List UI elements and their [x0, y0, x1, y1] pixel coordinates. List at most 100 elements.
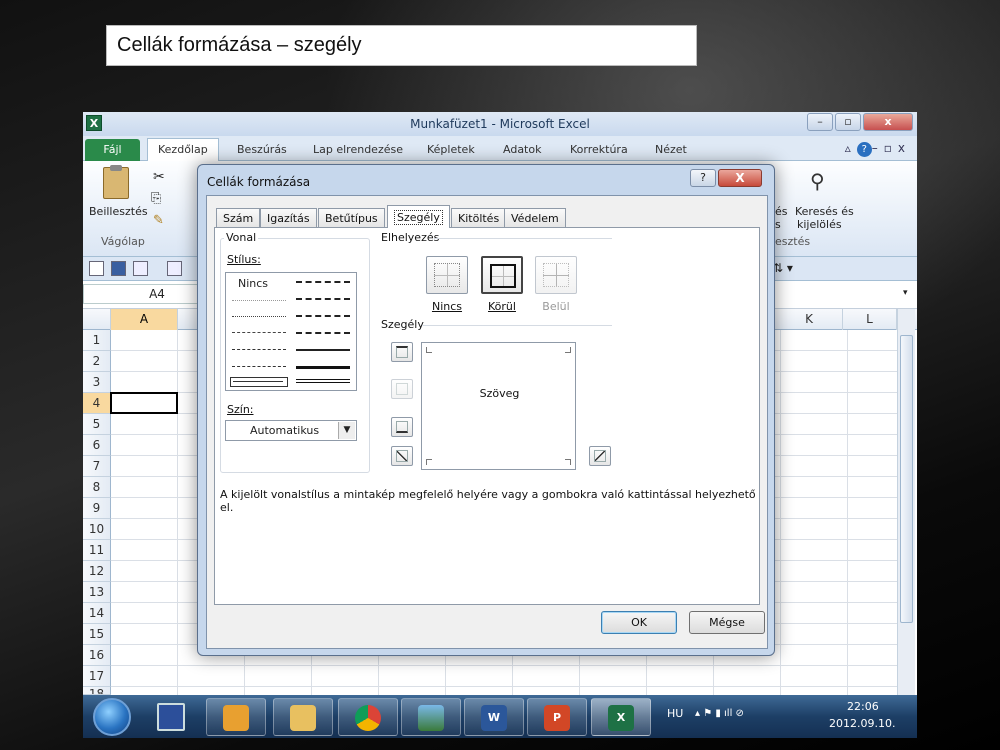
style-medium[interactable] [296, 349, 350, 351]
save-icon[interactable] [111, 261, 126, 276]
tab-kepletek[interactable]: Képletek [427, 143, 475, 156]
tab-szegely[interactable]: Szegély [387, 205, 450, 228]
scrollbar-thumb[interactable] [900, 335, 913, 623]
border-top-button[interactable] [391, 342, 413, 362]
tray-icons[interactable]: ▴ ⚑ ▮ ıll ⊘ [695, 708, 744, 719]
expand-formula-icon[interactable]: ▾ [903, 288, 908, 298]
row-header[interactable]: 9 [83, 498, 111, 519]
sort-icon[interactable]: ⇅ ▾ [773, 261, 793, 275]
help-icon[interactable]: ? [856, 142, 872, 157]
row-header[interactable]: 14 [83, 603, 111, 624]
row-header[interactable]: 17 [83, 666, 111, 687]
row-header-selected[interactable]: 4 [83, 393, 111, 414]
find-select-label-2[interactable]: kijelölés [797, 218, 842, 231]
tab-korrektura[interactable]: Korrektúra [570, 143, 628, 156]
style-none-option[interactable]: Nincs [238, 277, 268, 290]
style-medium-dashed[interactable] [296, 332, 350, 334]
clock-date[interactable]: 2012.09.10. [829, 717, 895, 730]
row-header[interactable]: 12 [83, 561, 111, 582]
preset-outline-button[interactable] [481, 256, 523, 294]
dialog-close-button[interactable]: X [718, 169, 762, 187]
style-medium-dash-dot-dot[interactable] [296, 281, 350, 283]
tab-nezet[interactable]: Nézet [655, 143, 687, 156]
tab-vedelem[interactable]: Védelem [504, 208, 566, 227]
preset-inside-button[interactable] [535, 256, 577, 294]
active-cell-a4[interactable] [110, 392, 178, 414]
style-hairline[interactable] [232, 300, 286, 301]
tab-szam[interactable]: Szám [216, 208, 261, 227]
find-select-label-1[interactable]: Keresés és [795, 205, 854, 218]
tab-kitoltes[interactable]: Kitöltés [451, 208, 507, 227]
paste-label[interactable]: Beillesztés [89, 205, 148, 218]
borders-icon[interactable] [167, 261, 182, 276]
style-thick[interactable] [296, 366, 350, 369]
style-slanted-dash-dot[interactable] [296, 298, 350, 300]
taskbar-explorer[interactable] [273, 698, 333, 736]
row-header[interactable]: 13 [83, 582, 111, 603]
style-dashed[interactable] [232, 366, 286, 367]
language-indicator[interactable]: HU [667, 707, 683, 720]
ok-button[interactable]: OK [601, 611, 677, 634]
chevron-down-icon[interactable]: ▼ [338, 422, 355, 439]
cut-icon[interactable]: ✂ [153, 169, 165, 185]
dialog-help-button[interactable]: ? [690, 169, 716, 187]
ribbon-window-controls[interactable]: ▵? –▫x [845, 141, 911, 157]
border-inside-horizontal-button[interactable] [391, 379, 413, 399]
tab-betutipus[interactable]: Betűtípus [318, 208, 385, 227]
taskbar-chrome[interactable] [338, 698, 398, 736]
cancel-button[interactable]: Mégse [689, 611, 765, 634]
column-header-l[interactable]: L [843, 309, 897, 330]
clock-time[interactable]: 22:06 [847, 700, 879, 713]
paste-icon[interactable] [103, 165, 129, 199]
taskbar-excel[interactable]: X [591, 698, 651, 736]
row-header[interactable]: 16 [83, 645, 111, 666]
taskbar-word[interactable]: W [464, 698, 524, 736]
vertical-scrollbar[interactable] [897, 309, 915, 695]
color-select[interactable]: Automatikus ▼ [225, 420, 357, 441]
border-preview[interactable]: Szöveg [421, 342, 576, 470]
taskbar-outlook[interactable] [206, 698, 266, 736]
file-tab[interactable]: Fájl [85, 139, 140, 161]
border-bottom-button[interactable] [391, 417, 413, 437]
tab-beszuras[interactable]: Beszúrás [237, 143, 287, 156]
copy-icon[interactable]: ⎘ [151, 191, 161, 206]
preset-none-button[interactable] [426, 256, 468, 294]
row-header[interactable]: 3 [83, 372, 111, 393]
style-thin-selected[interactable] [230, 377, 288, 387]
style-medium-dash-dot[interactable] [296, 315, 350, 317]
new-file-icon[interactable] [89, 261, 104, 276]
style-dash-dot-dot[interactable] [232, 332, 286, 333]
row-header[interactable]: 5 [83, 414, 111, 435]
column-header-k[interactable]: K [776, 309, 843, 330]
select-all-corner[interactable] [83, 309, 111, 330]
close-window-button[interactable]: x [863, 113, 913, 131]
tab-igazitas[interactable]: Igazítás [260, 208, 317, 227]
tab-adatok[interactable]: Adatok [503, 143, 541, 156]
style-dash-dot[interactable] [232, 349, 286, 350]
line-style-list[interactable]: Nincs [225, 272, 357, 391]
row-header[interactable]: 8 [83, 477, 111, 498]
row-header[interactable]: 6 [83, 435, 111, 456]
row-header[interactable]: 11 [83, 540, 111, 561]
start-button[interactable] [93, 698, 131, 736]
row-header[interactable]: 10 [83, 519, 111, 540]
row-header[interactable]: 2 [83, 351, 111, 372]
tab-lap-elrendezese[interactable]: Lap elrendezése [313, 143, 403, 156]
print-preview-icon[interactable] [133, 261, 148, 276]
tab-kezdolap[interactable]: Kezdőlap [147, 138, 219, 161]
column-header-a[interactable]: A [111, 309, 178, 330]
border-diagonal-down-button[interactable] [589, 446, 611, 466]
style-dotted[interactable] [232, 316, 286, 317]
restore-button[interactable]: ▫ [835, 113, 861, 131]
row-header[interactable]: 7 [83, 456, 111, 477]
format-painter-icon[interactable]: ✎ [153, 213, 164, 228]
style-double[interactable] [296, 379, 350, 383]
row-header[interactable]: 1 [83, 330, 111, 351]
row-header[interactable]: 18 [83, 687, 111, 695]
border-diagonal-up-button[interactable] [391, 446, 413, 466]
taskbar-powerpoint[interactable]: P [527, 698, 587, 736]
taskbar-photos[interactable] [401, 698, 461, 736]
minimize-button[interactable]: – [807, 113, 833, 131]
binoculars-icon[interactable]: ⚲ [810, 169, 825, 193]
save-floppy-icon[interactable] [157, 703, 185, 731]
